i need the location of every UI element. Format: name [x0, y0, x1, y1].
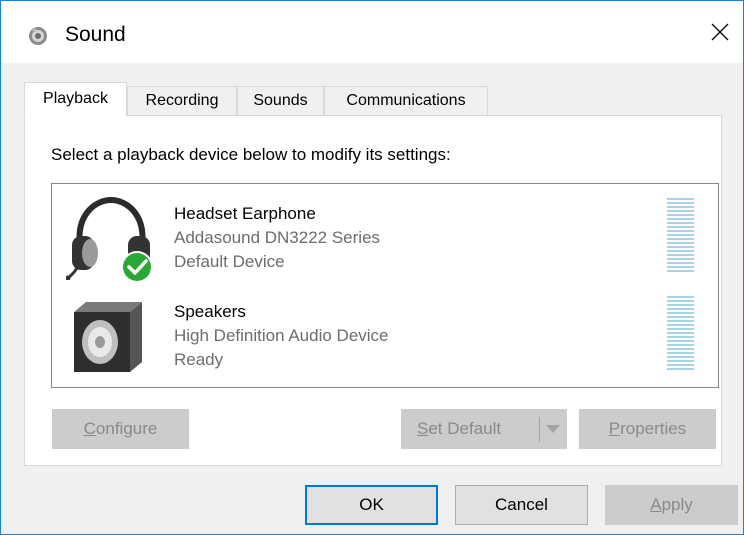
split-separator [539, 417, 540, 442]
tab-sounds[interactable]: Sounds [237, 86, 324, 116]
close-icon [711, 23, 729, 41]
device-description: Addasound DN3222 Series [174, 228, 381, 247]
volume-level-meter [667, 296, 694, 372]
device-status: Default Device [174, 252, 285, 271]
set-default-button[interactable]: Set Default [401, 409, 567, 449]
device-list[interactable]: Headset Earphone Addasound DN3222 Series… [51, 183, 719, 388]
tab-strip: Playback Recording Sounds Communications [24, 82, 724, 117]
window-title: Sound [65, 23, 126, 46]
default-device-check-icon [121, 251, 153, 283]
close-button[interactable] [697, 1, 743, 63]
device-item-headset[interactable]: Headset Earphone Addasound DN3222 Series… [52, 186, 718, 283]
properties-button[interactable]: Properties [579, 409, 716, 449]
device-status: Ready [174, 350, 224, 369]
sound-dialog: Sound Playback Recording Sounds Communic… [0, 0, 744, 535]
volume-level-meter [667, 198, 694, 274]
playback-panel: Select a playback device below to modify… [24, 115, 722, 466]
tab-recording[interactable]: Recording [127, 86, 237, 116]
title-bar[interactable]: Sound [1, 1, 743, 63]
instruction-text: Select a playback device below to modify… [51, 145, 451, 164]
device-description: High Definition Audio Device [174, 326, 389, 345]
device-name: Headset Earphone [174, 204, 316, 223]
apply-button[interactable]: Apply [605, 485, 738, 525]
tab-playback[interactable]: Playback [24, 82, 127, 117]
configure-button[interactable]: Configure [52, 409, 189, 449]
chevron-down-icon[interactable] [546, 425, 560, 433]
speaker-app-icon [29, 27, 47, 45]
ok-button[interactable]: OK [305, 485, 438, 525]
tab-communications[interactable]: Communications [324, 86, 488, 116]
device-item-speakers[interactable]: Speakers High Definition Audio Device Re… [52, 284, 718, 380]
cancel-button[interactable]: Cancel [455, 485, 588, 525]
speaker-icon [74, 302, 142, 372]
device-name: Speakers [174, 302, 246, 321]
